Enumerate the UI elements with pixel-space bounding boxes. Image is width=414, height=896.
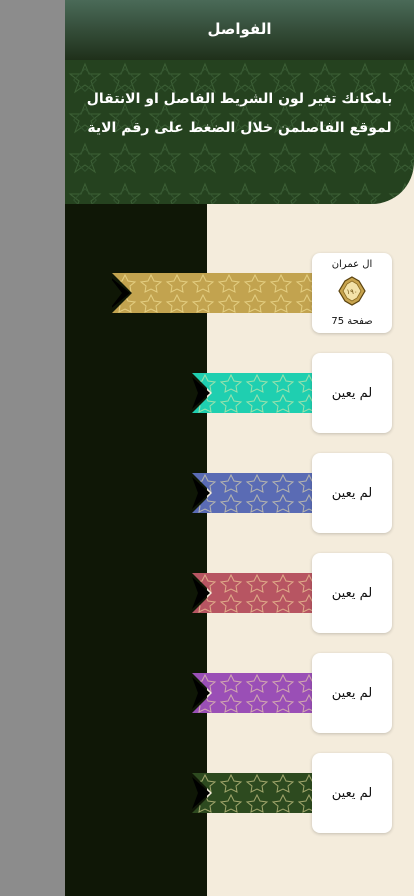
unassigned-label: لم يعين — [331, 585, 373, 601]
info-banner: بامكانك تغير لون الشريط الفاصل او الانتق… — [65, 60, 414, 204]
bookmark-row: لم يعين — [65, 653, 414, 733]
app-bar: الفواصل — [65, 0, 414, 60]
surah-name: ال عمران — [331, 259, 373, 270]
bookmark-row: لم يعين — [65, 453, 414, 533]
unassigned-label: لم يعين — [331, 685, 373, 701]
unassigned-label: لم يعين — [331, 785, 373, 801]
bookmark-card-assigned[interactable]: ال عمران ١٩٠ صفحة 75 — [312, 253, 392, 333]
bookmark-row: لم يعين — [65, 553, 414, 633]
page-number: صفحة 75 — [331, 316, 373, 327]
bookmark-card-unassigned[interactable]: لم يعين — [312, 653, 392, 733]
bookmark-card-unassigned[interactable]: لم يعين — [312, 553, 392, 633]
bookmark-row: ال عمران ١٩٠ صفحة 75 — [65, 253, 414, 333]
svg-text:١٩٠: ١٩٠ — [346, 288, 357, 296]
bookmark-card-unassigned[interactable]: لم يعين — [312, 753, 392, 833]
bookmark-card-unassigned[interactable]: لم يعين — [312, 453, 392, 533]
bookmark-ribbon[interactable] — [112, 273, 334, 313]
ayah-number-medallion[interactable]: ١٩٠ — [337, 276, 367, 310]
background-strip — [0, 0, 65, 896]
bookmark-card-unassigned[interactable]: لم يعين — [312, 353, 392, 433]
bookmark-row: لم يعين — [65, 753, 414, 833]
unassigned-label: لم يعين — [331, 385, 373, 401]
banner-text: بامكانك تغير لون الشريط الفاصل او الانتق… — [86, 91, 393, 136]
page-title: الفواصل — [207, 20, 272, 38]
bookmark-row: لم يعين — [65, 353, 414, 433]
app-screen: الفواصل بامكانك تغير لون الشريط الفاصل ا… — [65, 0, 414, 896]
unassigned-label: لم يعين — [331, 485, 373, 501]
